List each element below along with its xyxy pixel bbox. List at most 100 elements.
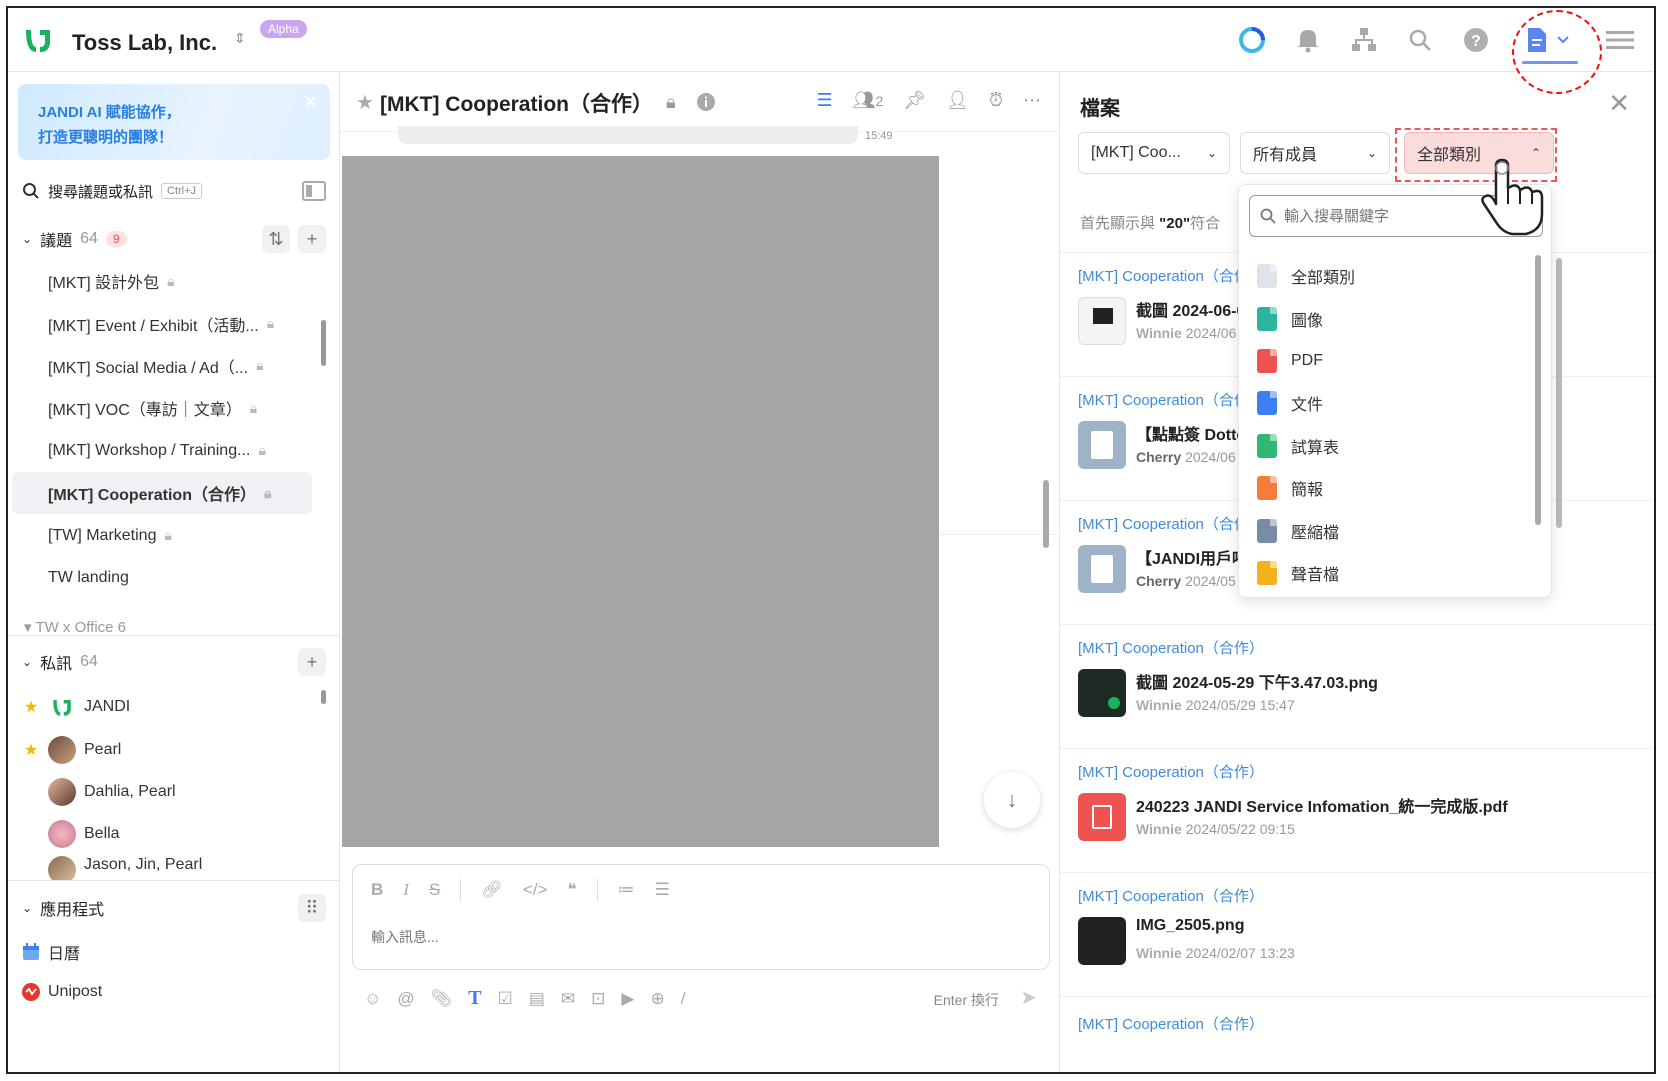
file-topic[interactable]: [MKT] Cooperation（合作） xyxy=(1078,389,1264,410)
help-icon[interactable]: ? xyxy=(1460,22,1492,58)
text-format-icon[interactable]: T xyxy=(468,987,481,1010)
layout-toggle-icon[interactable] xyxy=(302,181,326,201)
add-topic-button[interactable]: + xyxy=(298,225,326,253)
dm-item[interactable]: ★ Bella xyxy=(22,813,322,855)
quote-icon[interactable]: ❝ xyxy=(567,880,576,900)
category-option-archive[interactable]: 壓縮檔 xyxy=(1257,509,1355,551)
sidebar-search[interactable]: 搜尋議題或私訊 Ctrl+J xyxy=(22,176,326,206)
chat-scrollbar[interactable] xyxy=(1043,480,1049,548)
link-icon[interactable]: 🔗︎ xyxy=(481,880,503,900)
topic-item-active[interactable]: [MKT] Cooperation（合作） 🔒︎ xyxy=(12,471,312,515)
file-topic[interactable]: [MKT] Cooperation（合作） xyxy=(1078,513,1264,534)
alarm-icon[interactable]: ⏰︎ xyxy=(989,90,1003,111)
bell-icon[interactable] xyxy=(1292,22,1324,58)
menu-icon[interactable] xyxy=(1604,22,1636,58)
more-icon[interactable]: ⋯ xyxy=(1023,90,1041,111)
strikethrough-icon[interactable]: S xyxy=(429,880,440,900)
connect-icon[interactable]: ⊕ xyxy=(650,989,664,1009)
topic-item[interactable]: TW landing xyxy=(8,557,324,599)
file-card[interactable]: [MKT] Cooperation（合作） IMG_2505.png Winni… xyxy=(1060,872,1654,996)
file-name[interactable]: 【JANDI用戶呼 xyxy=(1136,545,1248,569)
star-icon[interactable]: ★ xyxy=(22,697,40,717)
topic-folder[interactable]: ▾ TW x Office 6 xyxy=(24,618,126,636)
topic-item[interactable]: [MKT] 設計外包 🔒︎ xyxy=(8,260,324,302)
org-chart-icon[interactable] xyxy=(1348,22,1380,58)
star-icon[interactable]: ★ xyxy=(22,740,40,760)
email-icon[interactable]: ✉ xyxy=(561,989,575,1009)
sort-icon[interactable]: ⇅ xyxy=(262,225,290,253)
topic-item[interactable]: [TW] Marketing 🔒︎ xyxy=(8,514,324,556)
screenshot-icon[interactable]: ⊡ xyxy=(591,989,605,1009)
dm-item[interactable]: ★ Jason, Jin, Pearl xyxy=(22,855,322,880)
info-icon[interactable] xyxy=(696,92,716,112)
apps-section-header[interactable]: ⌄ 應用程式 ⠿ xyxy=(22,893,326,923)
italic-icon[interactable]: I xyxy=(403,880,409,900)
file-topic[interactable]: [MKT] Cooperation（合作） xyxy=(1078,761,1264,782)
add-dm-button[interactable]: + xyxy=(298,648,326,676)
topic-item[interactable]: [MKT] Workshop / Training... 🔒︎ xyxy=(8,430,324,472)
category-option-audio[interactable]: 聲音檔 xyxy=(1257,552,1355,594)
file-name[interactable]: 截圖 2024-05-29 下午3.47.03.png xyxy=(1136,669,1378,693)
send-icon[interactable]: ➤ xyxy=(1020,985,1037,1010)
ai-banner[interactable]: JANDI AI 賦能協作， 打造更聰明的團隊！ ✕ xyxy=(18,84,330,160)
file-topic[interactable]: [MKT] Cooperation（合作） xyxy=(1078,1013,1264,1034)
app-item-unipost[interactable]: Unipost xyxy=(22,983,102,1001)
mention-icon[interactable]: @ xyxy=(397,989,414,1009)
topic-item[interactable]: [MKT] Event / Exhibit（活動... 🔒︎ xyxy=(8,302,324,344)
dm-item[interactable]: ★ Pearl xyxy=(22,728,322,770)
close-icon[interactable]: ✕ xyxy=(303,92,318,113)
category-option-pdf[interactable]: PDF xyxy=(1257,340,1355,382)
chevron-down-icon[interactable]: ⌄ xyxy=(22,901,32,915)
dm-item[interactable]: ★ Dahlia, Pearl xyxy=(22,771,322,813)
invite-icon[interactable]: 👤︎ xyxy=(946,90,969,111)
ordered-list-icon[interactable]: ≔ xyxy=(618,880,635,900)
file-name[interactable]: 240223 JANDI Service Infomation_統一完成版.pd… xyxy=(1136,793,1508,817)
ai-summary-icon[interactable]: ☰ xyxy=(816,90,832,111)
file-topic[interactable]: [MKT] Cooperation（合作） xyxy=(1078,637,1264,658)
file-topic[interactable]: [MKT] Cooperation（合作） xyxy=(1078,265,1264,286)
message-input[interactable] xyxy=(371,929,971,945)
bold-icon[interactable]: B xyxy=(371,880,383,900)
video-icon[interactable]: ▶ xyxy=(621,989,634,1009)
search-icon[interactable] xyxy=(1404,22,1436,58)
members-button[interactable]: 👥︎2 xyxy=(853,90,884,111)
category-option-presentation[interactable]: 簡報 xyxy=(1257,467,1355,509)
file-name[interactable]: 【點點簽 Dotte xyxy=(1136,421,1245,445)
org-switch-icon[interactable]: ⇕ xyxy=(234,30,246,47)
file-card[interactable]: [MKT] Cooperation（合作） 截圖 2024-05-29 下午3.… xyxy=(1060,624,1654,748)
emoji-icon[interactable]: ☺ xyxy=(364,989,381,1009)
loading-ring-icon[interactable] xyxy=(1236,22,1268,58)
topics-section-header[interactable]: ⌄ 議題 64 9 ⇅ + xyxy=(22,224,326,254)
topic-filter[interactable]: [MKT] Coo... ⌄ xyxy=(1078,132,1230,174)
org-name[interactable]: Toss Lab, Inc. xyxy=(72,30,217,56)
dm-section-header[interactable]: ⌄ 私訊 64 + xyxy=(22,647,326,677)
chevron-down-icon[interactable]: ⌄ xyxy=(22,232,32,246)
category-option-spreadsheet[interactable]: 試算表 xyxy=(1257,425,1355,467)
pin-icon[interactable]: 📌︎ xyxy=(903,90,926,111)
bullet-list-icon[interactable]: ☰ xyxy=(655,880,670,900)
member-filter[interactable]: 所有成員 ⌄ xyxy=(1240,132,1390,174)
topic-item[interactable]: [MKT] VOC（專訪｜文章） 🔒︎ xyxy=(8,387,324,429)
category-option-all[interactable]: 全部類別 xyxy=(1257,255,1355,297)
category-option-document[interactable]: 文件 xyxy=(1257,382,1355,424)
category-option-image[interactable]: 圖像 xyxy=(1257,297,1355,339)
dropdown-scrollbar[interactable] xyxy=(1535,255,1541,525)
attach-icon[interactable]: 📎︎ xyxy=(431,989,453,1009)
file-card[interactable]: [MKT] Cooperation（合作） 240223 JANDI Servi… xyxy=(1060,748,1654,872)
dm-item[interactable]: ★ JANDI xyxy=(22,686,322,728)
topics-scrollbar[interactable] xyxy=(321,320,326,366)
todo-icon[interactable]: ☑ xyxy=(498,989,513,1009)
grid-icon[interactable]: ⠿ xyxy=(298,894,326,922)
category-search-input[interactable] xyxy=(1284,207,1504,225)
files-scrollbar[interactable] xyxy=(1556,258,1562,528)
scroll-down-button[interactable]: ↓ xyxy=(984,772,1040,828)
file-name[interactable]: 截圖 2024-06-0 xyxy=(1136,297,1245,321)
archive-icon[interactable]: ▤ xyxy=(529,989,545,1009)
file-topic[interactable]: [MKT] Cooperation（合作） xyxy=(1078,885,1264,906)
command-icon[interactable]: / xyxy=(681,989,686,1009)
chat-title[interactable]: [MKT] Cooperation（合作） xyxy=(380,88,653,118)
files-panel-button[interactable] xyxy=(1516,22,1580,64)
star-icon[interactable]: ★ xyxy=(356,90,374,115)
dm-scrollbar[interactable] xyxy=(321,690,326,704)
shared-image-placeholder[interactable] xyxy=(342,156,939,847)
